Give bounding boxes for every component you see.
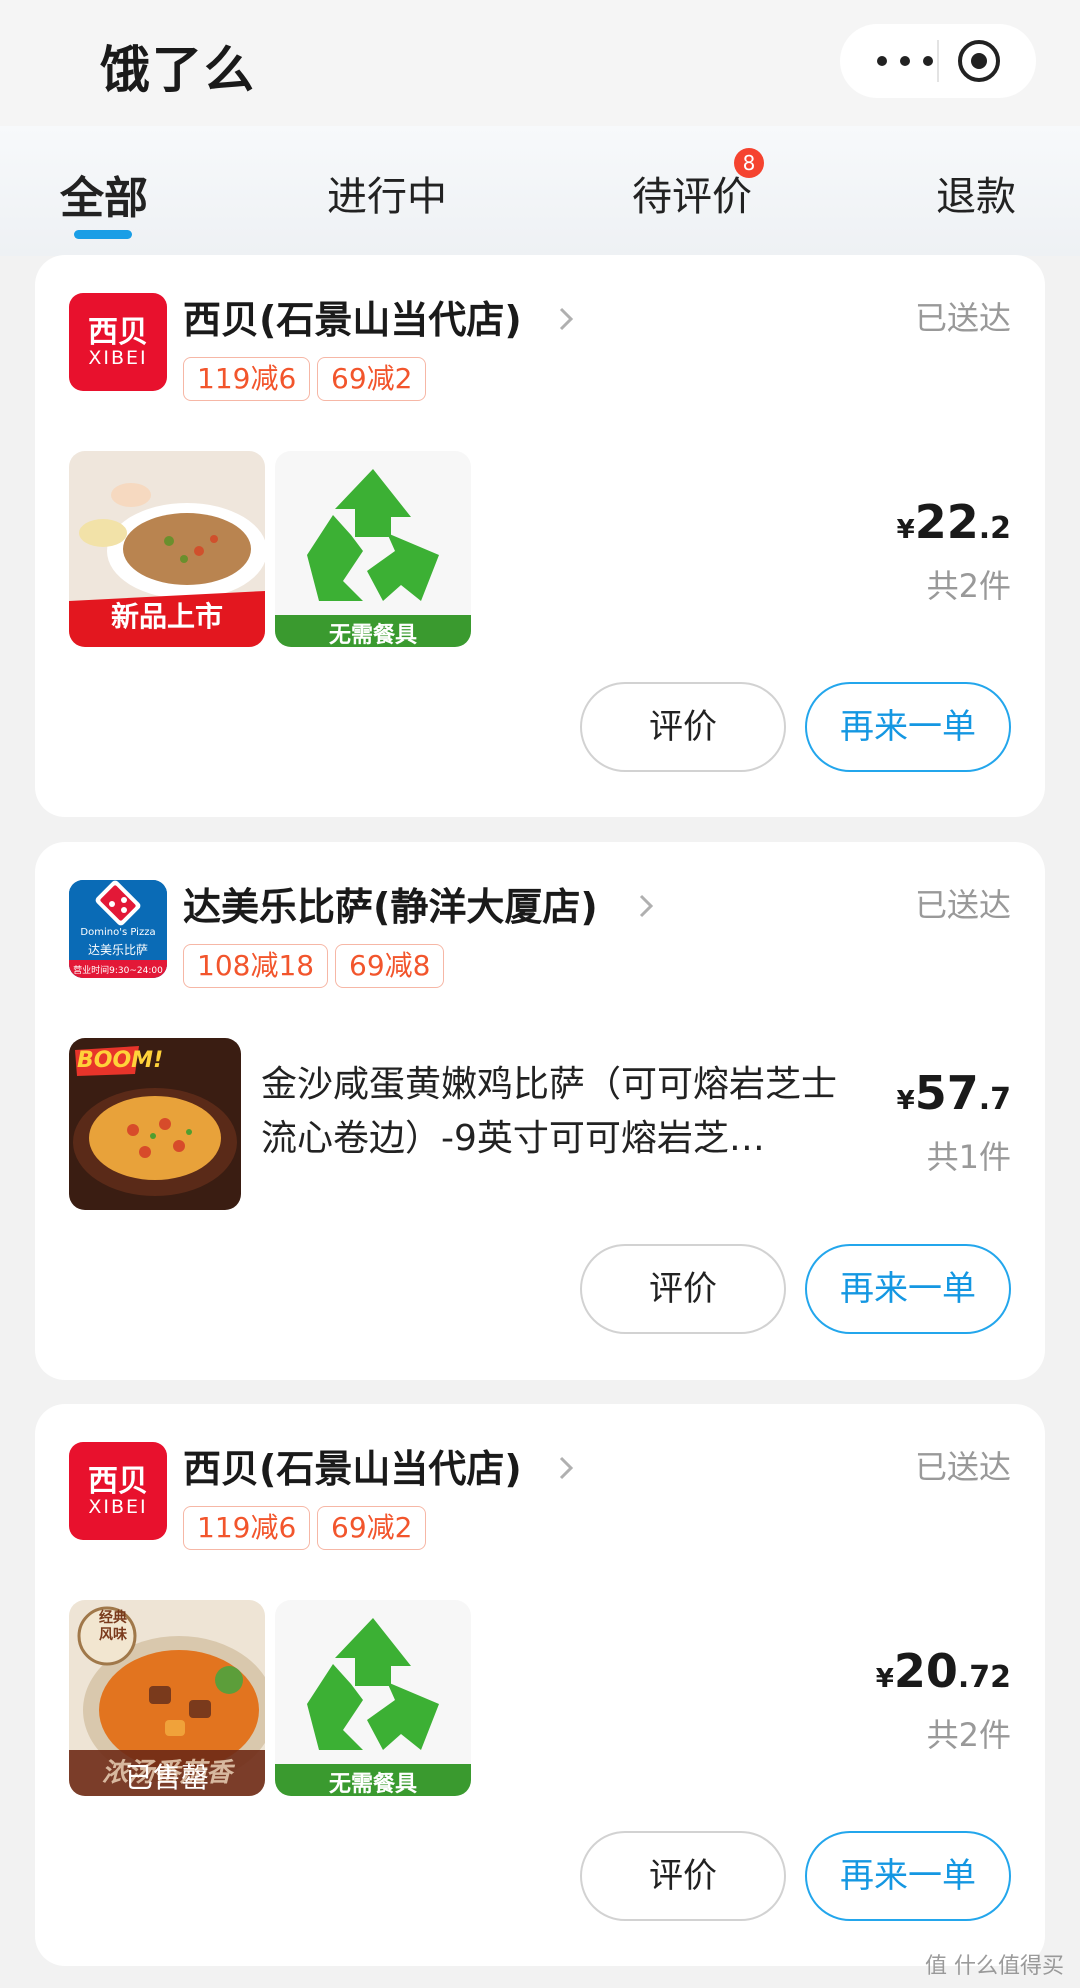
item-count: 共1件 [926,1138,1011,1176]
shop-name[interactable]: 达美乐比萨(静洋大厦店) [183,876,598,931]
app-title: 饿了么 [100,41,256,99]
review-button[interactable]: 评价 [580,1831,786,1921]
order-status: 已送达 [914,1448,1011,1486]
no-utensils-label: 无需餐具 [328,623,417,647]
tab-refund[interactable]: 退款 [936,164,1016,222]
watermark: 值 什么值得买 [925,1954,1064,1979]
reorder-button[interactable]: 再来一单 [805,1831,1011,1921]
discount-tag: 119减6 [183,1506,311,1550]
mini-program-capsule [840,24,1036,98]
order-status: 已送达 [914,299,1011,337]
chevron-right-icon[interactable] [555,301,577,337]
capsule-divider [937,40,939,82]
no-utensils-image[interactable]: 无需餐具 [275,1600,471,1796]
order-tabs: 全部 进行中 待评价 8 退款 [0,126,1080,256]
tab-to-review[interactable]: 待评价 [632,164,752,222]
order-card[interactable]: 西贝 XIBEI 西贝(石景山当代店) 已送达 119减6 69减2 新品上市 … [35,255,1045,817]
promo-text: 新品上市 [110,600,223,633]
item-name[interactable]: 金沙咸蛋黄嫩鸡比萨（可可熔岩芝士流心卷边）-9英寸可可熔岩芝… [261,1058,871,1166]
chevron-right-icon[interactable] [555,1450,577,1486]
tab-all[interactable]: 全部 [60,162,148,226]
shop-logo: 西贝 XIBEI [69,293,167,391]
food-image[interactable]: BOOM! [69,1038,241,1210]
order-price: ¥20.72 [875,1644,1011,1698]
order-card[interactable]: 西贝 XIBEI 西贝(石景山当代店) 已送达 119减6 69减2 经典风味 … [35,1404,1045,1966]
tab-badge: 8 [734,148,764,178]
review-button[interactable]: 评价 [580,682,786,772]
discount-tag: 119减6 [183,357,311,401]
ellipsis-icon[interactable] [870,44,940,78]
reorder-button[interactable]: 再来一单 [805,682,1011,772]
shop-name[interactable]: 西贝(石景山当代店) [183,289,522,344]
no-utensils-label: 无需餐具 [328,1772,417,1796]
order-status: 已送达 [914,886,1011,924]
shop-logo: 西贝 XIBEI [69,1442,167,1540]
discount-tag: 69减8 [335,944,445,988]
discount-tag: 69减2 [317,1506,427,1550]
order-price: ¥22.2 [896,495,1011,549]
chevron-right-icon[interactable] [635,888,657,924]
boom-label: BOOM! [77,1048,164,1073]
item-count: 共2件 [926,567,1011,605]
top-bar: 饿了么 [0,0,1080,126]
shop-logo: Domino's Pizza 达美乐比萨 营业时间9:30~24:00 [69,880,167,978]
target-circle-icon[interactable] [956,38,1002,84]
shop-name[interactable]: 西贝(石景山当代店) [183,1438,522,1493]
discount-tag: 108减18 [183,944,329,988]
classic-flavor-badge: 经典风味 [99,1610,127,1643]
item-count: 共2件 [926,1716,1011,1754]
order-price: ¥57.7 [896,1066,1011,1120]
tab-active-indicator [74,230,132,239]
sold-out-label: 已售罄 [124,1761,209,1794]
tab-in-progress[interactable]: 进行中 [327,164,447,222]
food-image[interactable]: 经典风味 浓汤番茄香 已售罄 [69,1600,265,1796]
no-utensils-image[interactable]: 无需餐具 [275,451,471,647]
review-button[interactable]: 评价 [580,1244,786,1334]
reorder-button[interactable]: 再来一单 [805,1244,1011,1334]
food-image[interactable]: 新品上市 [69,451,265,647]
discount-tag: 69减2 [317,357,427,401]
order-card[interactable]: Domino's Pizza 达美乐比萨 营业时间9:30~24:00 达美乐比… [35,842,1045,1380]
